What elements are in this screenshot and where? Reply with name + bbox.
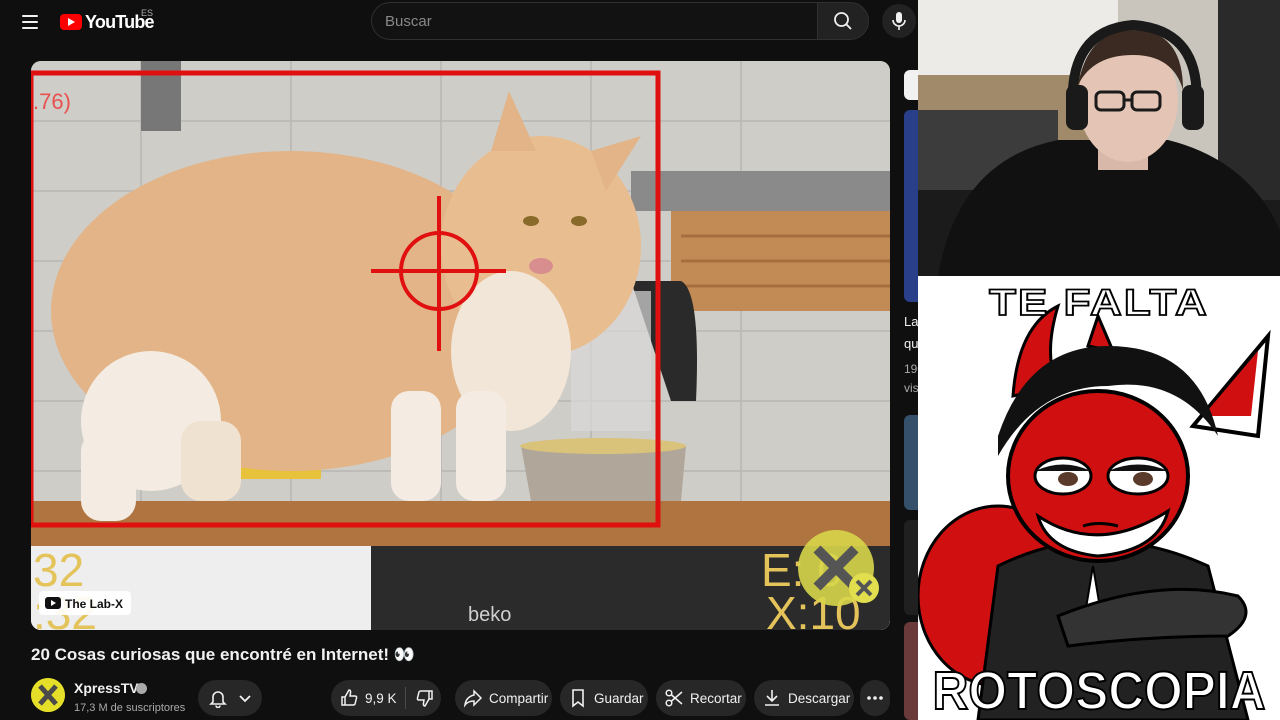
subscriber-count: 17,3 M de suscriptores — [74, 702, 186, 714]
bookmark-icon — [572, 689, 584, 708]
like-divider — [405, 687, 406, 709]
recommendation-thumbnail[interactable] — [904, 415, 918, 510]
bell-icon — [209, 691, 227, 708]
download-button[interactable]: Descargar — [754, 680, 854, 716]
like-button[interactable]: 9,9 K — [339, 688, 397, 708]
download-label: Descargar — [788, 690, 851, 706]
webcam-overlay — [918, 0, 1280, 276]
dislike-button[interactable] — [415, 688, 435, 708]
search-icon — [834, 12, 852, 30]
recommendation-thumbnail[interactable] — [904, 622, 918, 720]
notifications-button[interactable] — [198, 680, 262, 716]
more-actions-button[interactable] — [860, 680, 890, 716]
meme-bottom-caption: ROTOSCOPIA — [932, 660, 1267, 720]
save-label: Guardar — [594, 690, 644, 706]
play-logo-icon — [60, 14, 82, 30]
microphone-icon — [892, 12, 906, 30]
search-button[interactable] — [817, 2, 869, 40]
thumbs-up-icon — [341, 689, 358, 706]
region-code: ES — [141, 8, 154, 18]
meme-character-illustration — [918, 276, 1280, 720]
share-label: Compartir — [489, 690, 549, 706]
webcam-feed — [918, 0, 1280, 276]
channel-logo-icon — [31, 678, 65, 712]
channel-name[interactable]: XpressTV — [74, 680, 139, 696]
like-count: 9,9 K — [365, 690, 397, 706]
clip-label: Recortar — [690, 690, 742, 706]
like-dislike-group: 9,9 K — [331, 680, 441, 716]
masthead: YouTube ES — [0, 0, 918, 44]
watermark-label: The Lab-X — [65, 597, 123, 611]
recommendation-thumbnail[interactable] — [904, 520, 918, 615]
share-button[interactable]: Compartir — [455, 680, 552, 716]
scissors-icon — [665, 689, 683, 707]
verified-icon — [136, 683, 147, 694]
search-box — [371, 2, 818, 40]
download-icon — [765, 690, 779, 706]
chevron-down-icon — [239, 695, 251, 703]
meme-overlay: TE FALTA ROTOSCOPIA — [918, 276, 1280, 720]
recommendation-title[interactable]: qu — [904, 336, 918, 351]
appliance-brand: beko — [468, 604, 511, 626]
share-icon — [463, 689, 483, 708]
thumbs-down-icon — [416, 690, 433, 707]
clip-button[interactable]: Recortar — [656, 680, 746, 716]
coord-text: .76) — [33, 89, 71, 114]
youtube-logo[interactable]: YouTube — [60, 12, 155, 32]
voice-search-button[interactable] — [882, 4, 916, 38]
meme-top-caption: TE FALTA — [988, 281, 1209, 324]
recommendation-thumbnail[interactable] — [904, 110, 918, 302]
recommendation-chip[interactable] — [904, 70, 918, 100]
search-input[interactable] — [372, 3, 818, 39]
screen: YouTube ES Buscar .76) 32 E: X:10 beko T… — [0, 0, 1280, 720]
recommendation-title[interactable]: La — [904, 314, 918, 329]
menu-icon[interactable] — [14, 6, 46, 38]
channel-avatar[interactable] — [31, 678, 65, 712]
video-title: 20 Cosas curiosas que encontré en Intern… — [31, 645, 415, 664]
more-horizontal-icon — [867, 696, 883, 700]
save-button[interactable]: Guardar — [560, 680, 648, 716]
video-player[interactable]: .76) 32 :32 E: 0 X:10 beko The Lab-X — [31, 61, 890, 630]
video-frame: .76) 32 :32 E: 0 X:10 beko The Lab-X — [31, 61, 890, 630]
